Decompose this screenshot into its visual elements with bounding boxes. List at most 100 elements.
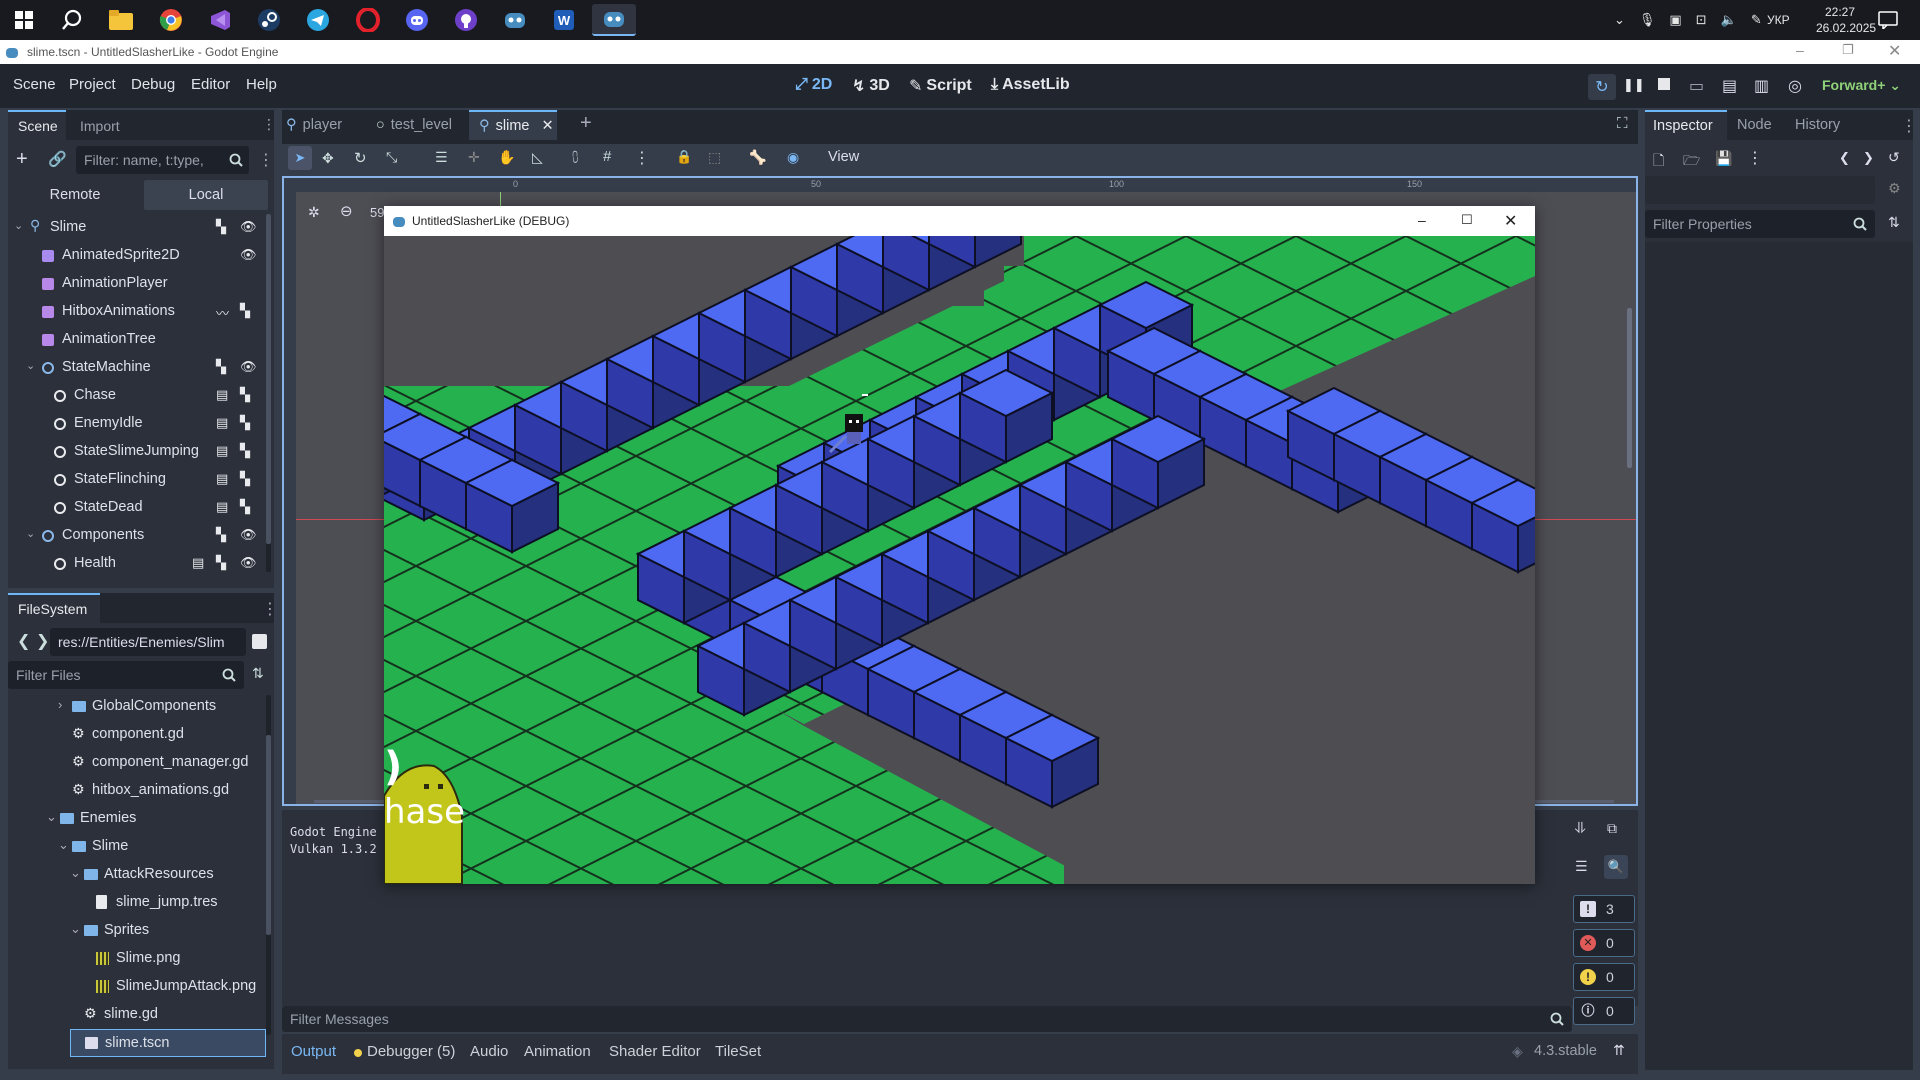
- maximize-button[interactable]: ☐: [1461, 212, 1473, 228]
- fs-item[interactable]: ⚙ component_manager.gd: [8, 749, 266, 777]
- list-select-icon[interactable]: ☰: [435, 149, 448, 166]
- tab-debugger[interactable]: Debugger (5): [367, 1043, 455, 1060]
- copy-icon[interactable]: ⧉: [1607, 820, 1617, 837]
- ruler-icon[interactable]: ◺: [532, 149, 543, 166]
- expand-panel-icon[interactable]: ⇈: [1613, 1042, 1625, 1059]
- resource-options-icon[interactable]: ⋮: [1747, 148, 1763, 168]
- filter-properties-input[interactable]: Filter Properties: [1645, 210, 1875, 238]
- network-icon[interactable]: ⊡: [1696, 12, 1707, 28]
- main-screen-2d[interactable]: ⤢ 2D: [795, 76, 832, 94]
- grid-snap-icon[interactable]: #: [603, 148, 611, 165]
- chevron-up-icon[interactable]: ⌄: [1614, 12, 1625, 28]
- rotate-icon[interactable]: ↻: [354, 149, 367, 167]
- script-icon[interactable]: ▚: [216, 555, 226, 571]
- clapper-icon[interactable]: ▤: [216, 499, 228, 515]
- telegram-icon[interactable]: [300, 4, 336, 36]
- log-count-badge[interactable]: ! 3: [1573, 895, 1635, 923]
- scene-node-health[interactable]: Health 👁 ▚ ▤: [8, 550, 266, 578]
- tab-scene[interactable]: Scene: [8, 110, 66, 140]
- dock-menu-icon[interactable]: ⋮: [1901, 116, 1917, 136]
- smart-snap-icon[interactable]: ⩇: [572, 149, 578, 166]
- scale-icon[interactable]: ⤡: [386, 149, 397, 166]
- local-tab[interactable]: Local: [144, 180, 268, 210]
- visibility-eye-icon[interactable]: 👁: [240, 247, 257, 263]
- split-mode-button[interactable]: [252, 634, 267, 649]
- expand-arrow-icon[interactable]: ⌄: [26, 359, 35, 372]
- script-icon[interactable]: ▚: [216, 219, 226, 235]
- restore-button[interactable]: ❐: [1842, 42, 1854, 58]
- scene-tab-player[interactable]: ⚲ player: [286, 110, 361, 140]
- remote-debug-button[interactable]: ▭: [1689, 76, 1704, 96]
- lock-icon[interactable]: 🔒: [676, 149, 692, 165]
- visibility-eye-icon[interactable]: 👁: [240, 527, 257, 543]
- microphone-icon[interactable]: 🎙: [1639, 12, 1656, 28]
- minimize-button[interactable]: –: [1418, 212, 1426, 228]
- movie-maker-button[interactable]: ▤: [1722, 76, 1737, 96]
- scene-node-animationplayer[interactable]: AnimationPlayer: [8, 270, 266, 298]
- zoom-level[interactable]: 59: [370, 205, 384, 220]
- game-viewport[interactable]: ) hase: [384, 236, 1535, 884]
- file-explorer-icon[interactable]: [103, 4, 139, 36]
- back-arrow-icon[interactable]: ❮: [17, 631, 30, 651]
- new-resource-icon[interactable]: 🗋: [1653, 150, 1664, 174]
- clapper-icon[interactable]: ▤: [216, 387, 228, 403]
- chevron-down-icon[interactable]: ⌄: [70, 921, 81, 937]
- fs-item[interactable]: slime.tscn: [70, 1029, 266, 1057]
- notifications-icon[interactable]: [1870, 4, 1906, 36]
- move-icon[interactable]: ✥: [322, 150, 334, 167]
- new-tab-button[interactable]: +: [580, 112, 592, 135]
- debug-game-window[interactable]: UntitledSlasherLike (DEBUG) – ☐ ✕ ) hase: [384, 206, 1535, 884]
- menu-scene[interactable]: Scene: [13, 76, 56, 93]
- close-tab-icon[interactable]: ✕: [541, 118, 553, 134]
- fs-item[interactable]: ⌄ Enemies: [8, 805, 266, 833]
- tab-inspector[interactable]: Inspector: [1645, 110, 1727, 140]
- clapper-icon[interactable]: ▤: [216, 443, 228, 459]
- clapper-icon[interactable]: ▤: [216, 471, 228, 487]
- view-menu[interactable]: View: [828, 149, 859, 165]
- open-folder-icon[interactable]: 🗁: [1683, 150, 1700, 174]
- visibility-eye-icon[interactable]: 👁: [240, 555, 257, 571]
- chevron-down-icon[interactable]: ⌄: [58, 837, 69, 853]
- script-icon[interactable]: ▚: [240, 499, 250, 515]
- fs-item[interactable]: ⚙ component.gd: [8, 721, 266, 749]
- movie-button[interactable]: ◎: [1788, 76, 1802, 96]
- script-icon[interactable]: ▚: [240, 471, 250, 487]
- object-path-field[interactable]: [1645, 176, 1875, 204]
- fs-item[interactable]: Slime.png: [8, 945, 266, 973]
- remote-tab[interactable]: Remote: [8, 180, 142, 210]
- script-icon[interactable]: ▚: [216, 527, 226, 543]
- discord-icon[interactable]: [399, 4, 435, 36]
- property-options-icon[interactable]: ⇅: [1888, 214, 1900, 231]
- dock-menu-icon[interactable]: ⋮: [262, 599, 278, 619]
- menu-help[interactable]: Help: [246, 76, 277, 93]
- add-node-button[interactable]: +: [16, 148, 28, 171]
- fs-item[interactable]: SlimeJumpAttack.png: [8, 973, 266, 1001]
- pause-button[interactable]: ❚❚: [1623, 77, 1645, 93]
- message-count-badge[interactable]: ⓘ 0: [1573, 997, 1635, 1025]
- scene-node-chase[interactable]: Chase ▚ ▤: [8, 382, 266, 410]
- scene-options-icon[interactable]: ⋮: [258, 150, 274, 170]
- scene-node-slime[interactable]: ⌄ ⚲ Slime 👁 ▚: [8, 214, 266, 242]
- tab-history[interactable]: History: [1795, 117, 1840, 133]
- visibility-eye-icon[interactable]: 👁: [240, 219, 257, 235]
- tab-shader-editor[interactable]: Shader Editor: [609, 1043, 701, 1060]
- fs-item[interactable]: ⚙ slime.gd: [8, 1001, 266, 1029]
- sort-icon[interactable]: ⇅: [252, 665, 264, 682]
- godot-active-icon[interactable]: [592, 4, 636, 36]
- select-mode-button[interactable]: ➤: [288, 146, 312, 170]
- link-icon[interactable]: 🔗: [48, 150, 67, 168]
- filesystem-scrollbar[interactable]: [266, 695, 271, 1035]
- tab-output[interactable]: Output: [291, 1043, 336, 1060]
- chevron-down-icon[interactable]: ⌄: [46, 809, 57, 825]
- collapse-icon[interactable]: ☰: [1575, 858, 1588, 875]
- pan-icon[interactable]: ✋: [498, 149, 515, 166]
- visibility-eye-icon[interactable]: 👁: [240, 359, 257, 375]
- filter-messages-input[interactable]: Filter Messages: [282, 1006, 1572, 1032]
- renderer-select[interactable]: Forward+ ⌄: [1822, 77, 1901, 94]
- close-button[interactable]: ✕: [1888, 41, 1901, 61]
- visual-studio-icon[interactable]: [202, 4, 238, 36]
- scene-node-statedead[interactable]: StateDead ▚ ▤: [8, 494, 266, 522]
- volume-icon[interactable]: 🔈: [1721, 12, 1737, 28]
- snap-options-icon[interactable]: ⋮: [634, 148, 650, 168]
- fs-item[interactable]: ⌄ Slime: [8, 833, 266, 861]
